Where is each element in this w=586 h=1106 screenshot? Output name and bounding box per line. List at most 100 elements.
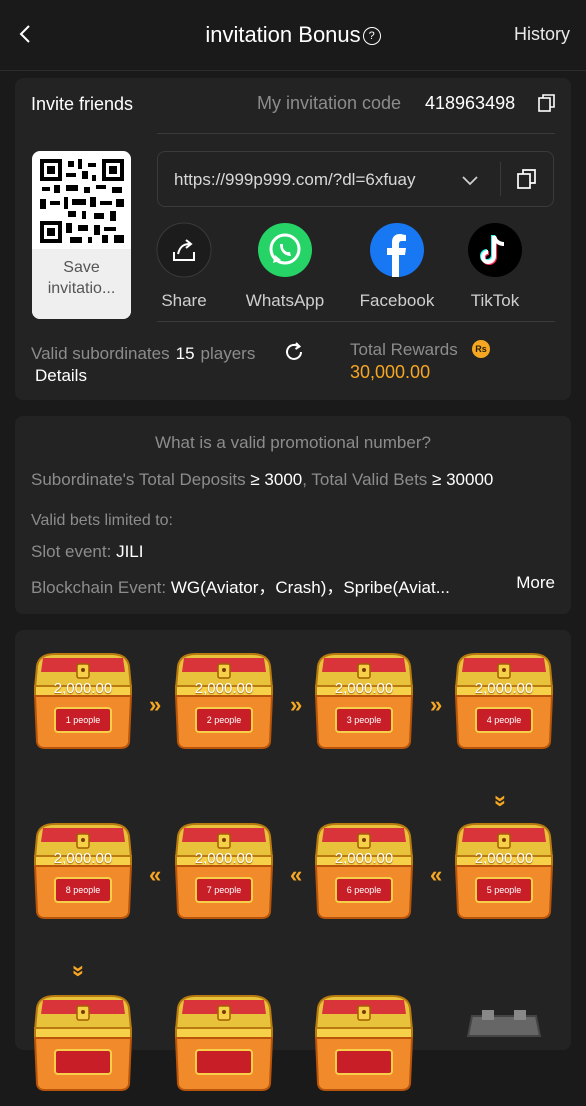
invite-url-text: https://999p999.com/?dl=6xfuay bbox=[174, 170, 416, 189]
copy-code-icon[interactable] bbox=[537, 93, 557, 113]
share-option-share[interactable]: Share bbox=[129, 222, 239, 311]
treasure-chest-7[interactable]: 2,000.00 7 people bbox=[172, 822, 276, 922]
tiktok-label: TikTok bbox=[470, 291, 520, 310]
blockchain-event: Blockchain Event: WG(Aviator，Crash)，Spri… bbox=[31, 573, 450, 598]
chest-people: 5 people bbox=[486, 885, 522, 895]
locked-chest-partial[interactable] bbox=[452, 1006, 556, 1106]
chest-amount: 2,000.00 bbox=[474, 850, 534, 867]
details-link[interactable]: Details bbox=[35, 366, 87, 386]
chevron-down-icon[interactable] bbox=[460, 170, 480, 190]
chest-people: 2 people bbox=[206, 715, 242, 725]
chest-people: 7 people bbox=[206, 885, 242, 895]
qr-code-card[interactable]: Save invitatio... bbox=[32, 151, 131, 319]
double-chevron-right-icon: » bbox=[430, 692, 443, 717]
chest-amount: 2,000.00 bbox=[334, 680, 394, 697]
treasure-chest-icon bbox=[314, 823, 414, 919]
rupee-coin-icon: Rs bbox=[472, 340, 490, 358]
chest-people: 4 people bbox=[486, 715, 522, 725]
rules-card: What is a valid promotional number? Subo… bbox=[15, 416, 571, 614]
page-title: invitation Bonus? bbox=[0, 22, 586, 48]
slot-event: Slot event: JILI bbox=[31, 542, 143, 562]
treasure-chest-icon bbox=[33, 823, 133, 919]
treasure-chest-8[interactable]: 2,000.00 8 people bbox=[31, 822, 135, 922]
copy-url-icon[interactable] bbox=[516, 168, 538, 190]
whatsapp-icon bbox=[258, 223, 312, 277]
share-label: Share bbox=[161, 291, 207, 310]
treasure-chest-icon bbox=[33, 995, 133, 1091]
chest-amount: 2,000.00 bbox=[53, 850, 113, 867]
treasure-chest-partial[interactable] bbox=[312, 994, 416, 1094]
invitation-code-value: 418963498 bbox=[425, 93, 516, 113]
valid-subordinates-unit: players bbox=[200, 344, 256, 363]
chest-people: 6 people bbox=[346, 885, 382, 895]
locked-chest-icon bbox=[466, 1010, 542, 1037]
treasure-chest-icon bbox=[33, 653, 133, 749]
top-bar: invitation Bonus? History bbox=[0, 0, 586, 71]
save-invitation-button[interactable]: Save invitatio... bbox=[32, 249, 131, 319]
facebook-icon bbox=[370, 223, 424, 277]
bets-label: Total Valid Bets bbox=[311, 470, 428, 489]
save-invitation-label: Save invitatio... bbox=[47, 259, 116, 297]
invite-card: Invite friends My invitation code 418963… bbox=[15, 78, 571, 400]
page-title-text: invitation Bonus bbox=[205, 22, 361, 47]
double-chevron-left-icon: « bbox=[149, 862, 162, 887]
divider bbox=[500, 162, 501, 196]
blockchain-event-value: WG(Aviator，Crash)，Spribe(Aviat... bbox=[170, 578, 450, 597]
chest-amount: 2,000.00 bbox=[194, 680, 254, 697]
share-option-tiktok[interactable]: TikTok bbox=[440, 222, 550, 311]
slot-event-value: JILI bbox=[116, 542, 144, 561]
more-link[interactable]: More bbox=[516, 573, 555, 593]
whatsapp-label: WhatsApp bbox=[245, 291, 325, 310]
requirements-line: Subordinate's Total Deposits ≥ 3000, Tot… bbox=[31, 470, 494, 489]
valid-subordinates-count: 15 bbox=[175, 344, 195, 363]
deposits-label: Subordinate's Total Deposits bbox=[31, 470, 246, 489]
treasure-chest-2[interactable]: 2,000.00 2 people bbox=[172, 652, 276, 752]
refresh-icon[interactable] bbox=[283, 341, 305, 363]
double-chevron-right-icon: » bbox=[149, 692, 162, 717]
share-option-facebook[interactable]: Facebook bbox=[342, 222, 452, 311]
bets-value: ≥ 30000 bbox=[432, 470, 494, 489]
treasure-chest-4[interactable]: 2,000.00 4 people bbox=[452, 652, 556, 752]
divider bbox=[157, 321, 555, 322]
share-option-whatsapp[interactable]: WhatsApp bbox=[230, 222, 340, 311]
treasure-chest-icon bbox=[174, 823, 274, 919]
treasure-chest-5[interactable]: 2,000.00 5 people bbox=[452, 822, 556, 922]
total-rewards-value: 30,000.00 bbox=[350, 362, 431, 382]
double-chevron-right-icon: » bbox=[290, 692, 303, 717]
invitation-code-label: My invitation code bbox=[257, 93, 402, 113]
chest-people: 3 people bbox=[346, 715, 382, 725]
double-chevron-down-icon: » bbox=[489, 794, 515, 808]
valid-subordinates-label: Valid subordinates bbox=[31, 344, 170, 363]
treasure-chest-3[interactable]: 2,000.00 3 people bbox=[312, 652, 416, 752]
facebook-label: Facebook bbox=[359, 291, 435, 310]
treasure-chest-icon bbox=[454, 823, 554, 919]
deposits-value: ≥ 3000 bbox=[250, 470, 303, 489]
treasure-chest-icon bbox=[314, 653, 414, 749]
treasure-chest-icon bbox=[174, 995, 274, 1091]
tiktok-icon bbox=[468, 223, 522, 277]
valid-bets-limited-label: Valid bets limited to: bbox=[31, 512, 173, 529]
history-link[interactable]: History bbox=[514, 24, 570, 45]
treasure-chest-6[interactable]: 2,000.00 6 people bbox=[312, 822, 416, 922]
double-chevron-left-icon: « bbox=[290, 862, 303, 887]
qr-code-icon bbox=[40, 159, 124, 243]
share-icon bbox=[156, 222, 212, 278]
blockchain-event-label: Blockchain Event: bbox=[31, 578, 167, 597]
chest-people: 1 people bbox=[65, 715, 101, 725]
treasure-chest-icon bbox=[454, 653, 554, 749]
treasure-chest-partial[interactable] bbox=[31, 994, 135, 1094]
double-chevron-left-icon: « bbox=[430, 862, 443, 887]
chest-amount: 2,000.00 bbox=[334, 850, 394, 867]
invite-friends-label: Invite friends bbox=[31, 94, 134, 114]
chest-amount: 2,000.00 bbox=[474, 680, 534, 697]
help-icon[interactable]: ? bbox=[362, 27, 381, 46]
treasure-chest-1[interactable]: 2,000.00 1 people bbox=[31, 652, 135, 752]
treasure-chest-icon bbox=[174, 653, 274, 749]
total-rewards-label: Total Rewards bbox=[350, 340, 458, 359]
divider bbox=[157, 133, 555, 134]
treasure-chest-partial[interactable] bbox=[172, 994, 276, 1094]
valid-number-question: What is a valid promotional number? bbox=[155, 433, 431, 452]
valid-subordinates: Valid subordinates 15 players bbox=[31, 344, 255, 364]
chest-amount: 2,000.00 bbox=[194, 850, 254, 867]
invite-url-field[interactable]: https://999p999.com/?dl=6xfuay bbox=[157, 151, 554, 207]
